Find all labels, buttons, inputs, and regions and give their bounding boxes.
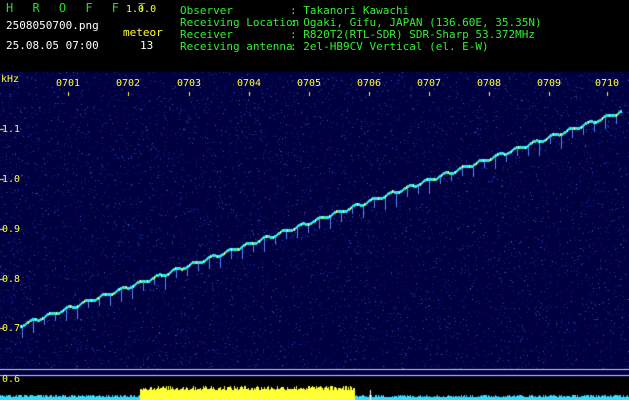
freq-tick: 1.1	[2, 124, 21, 135]
time-axis: 0701 0702 0703 0704 0705 0706 0707 0708 …	[0, 78, 629, 92]
date-time: 25.08.05 07:00	[6, 39, 99, 52]
info-label-antenna: Receiving antenna	[180, 40, 293, 53]
freq-tick: 0.9	[2, 224, 21, 235]
spectrogram-canvas[interactable]	[0, 72, 629, 400]
time-tick: 0707	[416, 78, 442, 89]
freq-tick: 0.7	[2, 323, 21, 334]
time-tick: 0704	[236, 78, 262, 89]
app-version: 1.0.0	[126, 4, 157, 15]
time-tick: 0701	[55, 78, 81, 89]
file-name: 2508050700.png	[6, 19, 99, 32]
meteor-count: 13	[140, 39, 154, 52]
freq-tick-lower: 0.6	[2, 374, 21, 385]
time-tick: 0708	[476, 78, 502, 89]
time-tick: 0706	[356, 78, 382, 89]
info-value-antenna: : 2el-HB9CV Vertical (el. E-W)	[290, 40, 489, 53]
time-tick: 0702	[115, 78, 141, 89]
header-panel: H R O F F T 1.0.0 2508050700.png meteor …	[0, 0, 629, 72]
meteor-label: meteor	[123, 26, 163, 39]
time-tick: 0709	[536, 78, 562, 89]
time-tick: 0703	[176, 78, 202, 89]
freq-tick: 1.0	[2, 174, 21, 185]
time-tick: 0710	[594, 78, 620, 89]
time-tick: 0705	[296, 78, 322, 89]
freq-tick: 0.8	[2, 274, 21, 285]
